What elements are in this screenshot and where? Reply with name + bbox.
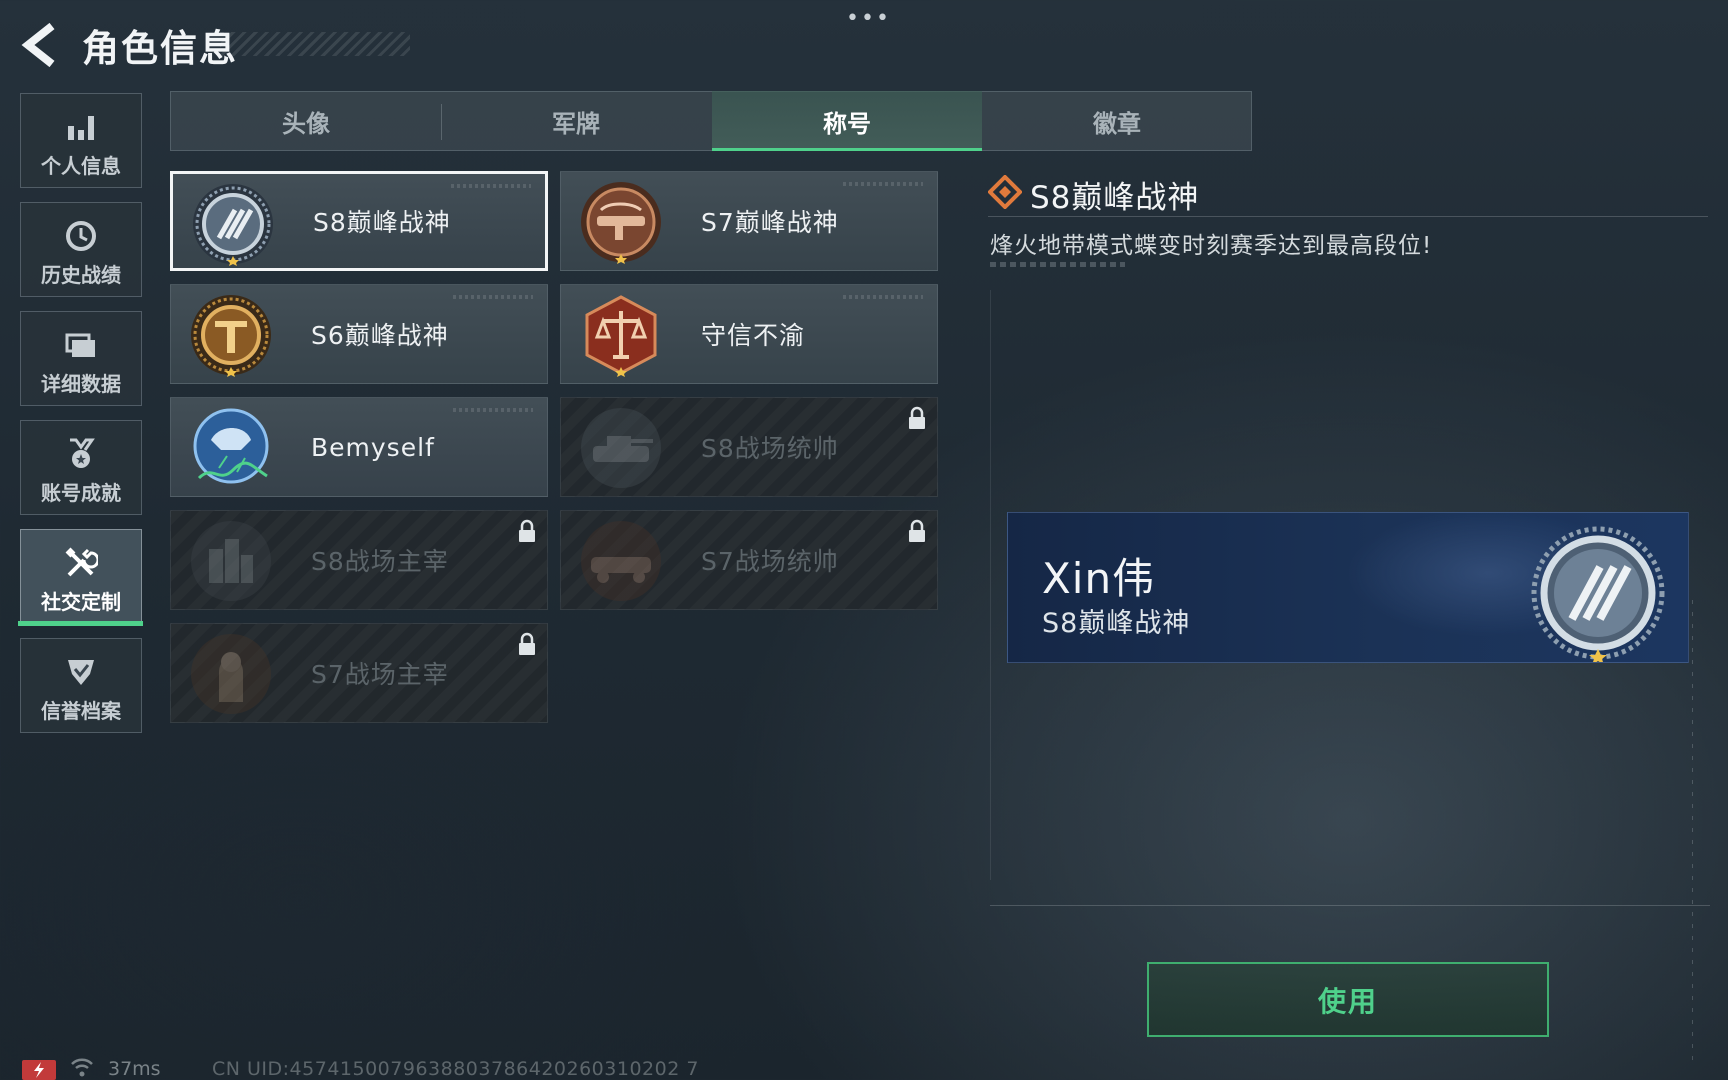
sidebar-item-label: 信誉档案 — [41, 699, 121, 723]
title-card-s8-peak[interactable]: S8巅峰战神 — [170, 171, 548, 271]
s8-peak-emblem — [1531, 526, 1665, 662]
preview-frame-left — [990, 290, 991, 880]
s6-peak-emblem — [191, 295, 271, 377]
card-decoration — [843, 182, 923, 186]
tab-dog-tag[interactable]: 军牌 — [441, 91, 711, 151]
diamond-title-icon — [988, 175, 1022, 209]
page-title: 角色信息 — [82, 27, 238, 70]
title-card-name: S7巅峰战神 — [701, 208, 839, 237]
user-uid: CN UID:4574150079638803786420260310202 7 — [212, 1058, 699, 1080]
city-emblem — [191, 521, 271, 601]
preview-player-name: Xin伟 — [1042, 554, 1156, 603]
title-card-bemyself[interactable]: Bemyself — [170, 397, 548, 497]
lock-icon — [909, 519, 925, 542]
title-preview-plate: Xin伟 S8巅峰战神 — [1007, 512, 1689, 663]
clock-history-icon — [66, 221, 96, 251]
sidebar-item-match-history[interactable]: 历史战绩 — [20, 202, 142, 297]
title-card-name: S8战场主宰 — [311, 547, 449, 576]
vehicle-emblem — [581, 521, 661, 601]
s8-peak-emblem — [193, 184, 273, 266]
tab-badge[interactable]: 徽章 — [982, 91, 1252, 151]
lock-icon — [519, 632, 535, 655]
tank-emblem — [581, 408, 661, 488]
title-card-name: S8巅峰战神 — [313, 208, 451, 237]
use-button[interactable]: 使用 — [1147, 962, 1549, 1037]
medal-icon — [70, 438, 95, 468]
shield-check-icon — [68, 660, 94, 685]
lock-icon — [909, 406, 925, 429]
wifi-icon — [71, 1058, 93, 1077]
title-card-name: S7战场统帅 — [701, 547, 839, 576]
sidebar-item-label: 个人信息 — [41, 154, 121, 178]
title-card-s7-dominator[interactable]: S7战场主宰 — [170, 623, 548, 723]
battery-low-icon — [22, 1060, 56, 1080]
title-card-name: S7战场主宰 — [311, 660, 449, 689]
bar-chart-icon — [68, 116, 94, 140]
title-card-name: Bemyself — [311, 432, 435, 462]
back-arrow-icon — [21, 22, 55, 68]
sidebar-item-label: 详细数据 — [41, 372, 121, 396]
sidebar-item-label: 社交定制 — [41, 590, 121, 614]
title-card-s6-peak[interactable]: S6巅峰战神 — [170, 284, 548, 384]
lock-icon — [519, 519, 535, 542]
tab-title[interactable]: 称号 — [712, 91, 982, 151]
scales-emblem — [585, 295, 657, 377]
back-button[interactable] — [18, 20, 62, 70]
preview-frame-bottom — [990, 905, 1710, 906]
sidebar-item-label: 历史战绩 — [41, 263, 121, 287]
s7-peak-emblem — [581, 182, 661, 264]
soldier-emblem — [191, 634, 271, 714]
detail-description: 烽火地带模式蝶变时刻赛季达到最高段位! — [990, 233, 1433, 259]
tab-avatar[interactable]: 头像 — [171, 91, 441, 151]
title-card-s8-dominator[interactable]: S8战场主宰 — [170, 510, 548, 610]
signature-emblem — [193, 408, 269, 484]
title-decoration — [220, 32, 410, 56]
detail-decoration — [990, 262, 1125, 267]
sidebar-item-label: 账号成就 — [41, 481, 121, 505]
sidebar-item-reputation[interactable]: 信誉档案 — [20, 638, 142, 733]
title-card-s7-peak[interactable]: S7巅峰战神 — [560, 171, 938, 271]
tools-icon — [65, 547, 98, 577]
sidebar-item-personal-info[interactable]: 个人信息 — [20, 93, 142, 188]
title-card-name: 守信不渝 — [701, 321, 806, 350]
network-ping: 37ms — [108, 1058, 161, 1080]
lightning-icon — [34, 1062, 44, 1078]
more-options-icon[interactable]: ••• — [846, 6, 891, 31]
card-decoration — [453, 408, 533, 412]
title-card-keep-faith[interactable]: 守信不渝 — [560, 284, 938, 384]
card-decoration — [451, 184, 531, 188]
tab-active-indicator — [712, 148, 982, 151]
card-decoration — [843, 295, 923, 299]
title-card-name: S8战场统帅 — [701, 434, 839, 463]
title-card-s8-commander[interactable]: S8战场统帅 — [560, 397, 938, 497]
title-card-name: S6巅峰战神 — [311, 321, 449, 350]
preview-frame-right — [1692, 600, 1693, 1060]
preview-title: S8巅峰战神 — [1042, 608, 1191, 639]
sidebar-active-indicator — [18, 621, 143, 626]
sidebar-item-achievements[interactable]: 账号成就 — [20, 420, 142, 515]
detail-divider — [988, 216, 1708, 217]
card-decoration — [453, 295, 533, 299]
detail-title: S8巅峰战神 — [1030, 180, 1200, 216]
folder-stack-icon — [65, 333, 95, 357]
sidebar-item-social-custom[interactable]: 社交定制 — [20, 529, 142, 624]
title-card-s7-commander[interactable]: S7战场统帅 — [560, 510, 938, 610]
sidebar-item-detailed-data[interactable]: 详细数据 — [20, 311, 142, 406]
